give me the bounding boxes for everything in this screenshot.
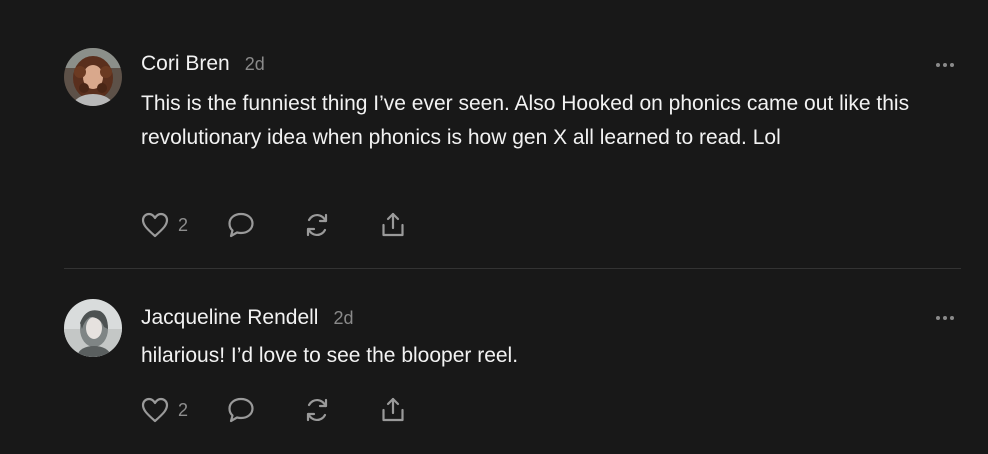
timestamp[interactable]: 2d [333, 308, 353, 329]
avatar[interactable] [64, 299, 122, 357]
share-button[interactable] [379, 396, 407, 424]
restack-icon [303, 211, 331, 239]
more-options-button[interactable] [930, 57, 960, 73]
like-button[interactable]: 2 [141, 212, 188, 238]
timestamp[interactable]: 2d [245, 54, 265, 75]
author-line: Jacqueline Rendell 2d [141, 306, 354, 330]
more-icon [935, 316, 956, 320]
like-count: 2 [178, 399, 189, 420]
more-icon [935, 63, 956, 67]
comment-divider [64, 268, 961, 269]
comment-actions: 2 [141, 210, 407, 240]
comment-text: This is the funniest thing I’ve ever see… [141, 92, 910, 149]
share-icon [379, 396, 407, 424]
reply-button[interactable] [227, 396, 255, 424]
share-icon [379, 211, 407, 239]
author-line: Cori Bren 2d [141, 52, 265, 76]
restack-button[interactable] [303, 396, 331, 424]
restack-button[interactable] [303, 211, 331, 239]
comment-text: hilarious! I’d love to see the blooper r… [141, 344, 519, 367]
comment-actions: 2 [141, 395, 407, 425]
comment-icon [227, 211, 255, 239]
more-options-button[interactable] [930, 310, 960, 326]
like-button[interactable]: 2 [141, 397, 188, 423]
heart-icon [141, 397, 169, 423]
share-button[interactable] [379, 211, 407, 239]
like-count: 2 [178, 214, 189, 235]
heart-icon [141, 212, 169, 238]
author-name[interactable]: Jacqueline Rendell [141, 306, 318, 330]
author-name[interactable]: Cori Bren [141, 52, 230, 76]
comment-icon [227, 396, 255, 424]
reply-button[interactable] [227, 211, 255, 239]
restack-icon [303, 396, 331, 424]
avatar[interactable] [64, 48, 122, 106]
